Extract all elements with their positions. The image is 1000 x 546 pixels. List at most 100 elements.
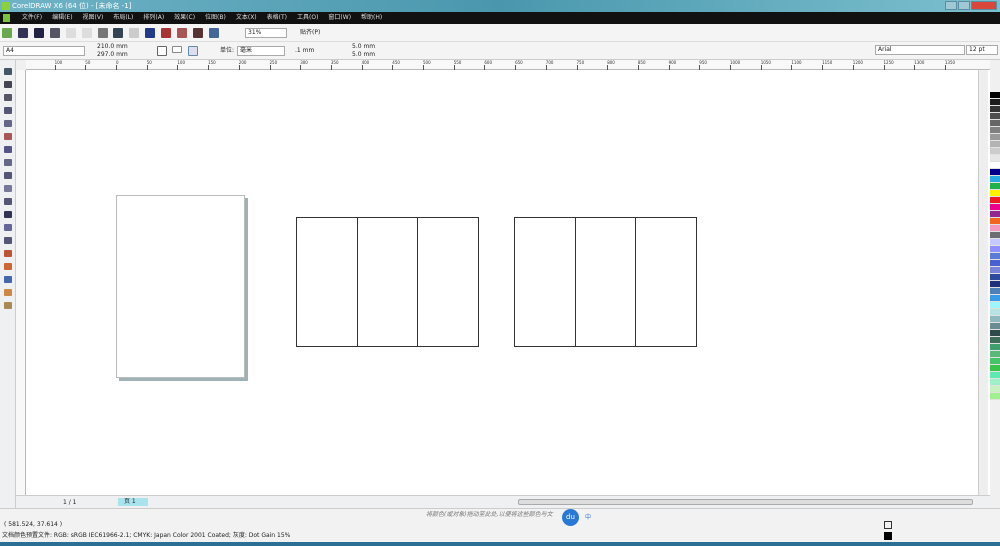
color-swatch[interactable] <box>990 253 1000 260</box>
tool-icon[interactable] <box>4 289 12 296</box>
color-swatch[interactable] <box>990 225 1000 232</box>
tool-icon[interactable] <box>4 159 12 166</box>
font-select[interactable]: Arial <box>875 45 965 55</box>
tool-icon[interactable] <box>4 198 12 205</box>
all-pages-button[interactable] <box>188 46 198 56</box>
no-fill-icon[interactable] <box>884 521 892 529</box>
color-swatch[interactable] <box>990 351 1000 358</box>
publish-pdf-icon[interactable] <box>177 28 188 38</box>
tool-icon[interactable] <box>4 133 12 140</box>
save-icon[interactable] <box>33 28 44 38</box>
color-swatch[interactable] <box>990 197 1000 204</box>
color-swatch[interactable] <box>990 323 1000 330</box>
menu-item[interactable]: 文件(F) <box>22 12 42 24</box>
copy-icon[interactable] <box>81 28 92 38</box>
portrait-button[interactable] <box>157 46 167 56</box>
tool-icon[interactable] <box>4 237 12 244</box>
color-swatch[interactable] <box>990 365 1000 372</box>
color-swatch[interactable] <box>990 155 1000 162</box>
color-swatch[interactable] <box>990 260 1000 267</box>
color-swatch[interactable] <box>990 204 1000 211</box>
three-panel-rectangle[interactable] <box>296 217 479 347</box>
color-swatch[interactable] <box>990 372 1000 379</box>
menu-item[interactable]: 文本(X) <box>236 12 257 24</box>
tool-icon[interactable] <box>4 263 12 270</box>
color-swatch[interactable] <box>990 106 1000 113</box>
tool-icon[interactable] <box>4 276 12 283</box>
nudge-field[interactable]: .1 mm <box>295 47 314 55</box>
tool-icon[interactable] <box>4 185 12 192</box>
color-swatch[interactable] <box>990 176 1000 183</box>
menu-item[interactable]: 效果(C) <box>174 12 195 24</box>
cut-icon[interactable] <box>65 28 76 38</box>
page-size-select[interactable]: A4 <box>3 46 85 56</box>
color-swatch[interactable] <box>990 127 1000 134</box>
font-size-select[interactable]: 12 pt <box>966 45 998 55</box>
color-profile[interactable]: 文档颜色预置文件: RGB: sRGB IEC61966-2.1; CMYK: … <box>2 532 290 540</box>
color-swatch[interactable] <box>990 309 1000 316</box>
menu-item[interactable]: 视图(V) <box>83 12 104 24</box>
color-swatch[interactable] <box>990 330 1000 337</box>
tool-icon[interactable] <box>4 120 12 127</box>
import-icon[interactable] <box>145 28 156 38</box>
menu-item[interactable]: 帮助(H) <box>361 12 382 24</box>
tool-icon[interactable] <box>4 68 12 75</box>
menu-item[interactable]: 窗口(W) <box>328 12 351 24</box>
color-swatch[interactable] <box>990 344 1000 351</box>
print-icon[interactable] <box>49 28 60 38</box>
tool-icon[interactable] <box>4 94 12 101</box>
tool-icon[interactable] <box>4 250 12 257</box>
color-swatch[interactable] <box>990 134 1000 141</box>
tool-icon[interactable] <box>4 172 12 179</box>
color-swatch[interactable] <box>990 393 1000 400</box>
redo-icon[interactable] <box>129 28 140 38</box>
outline-color-icon[interactable] <box>884 532 892 540</box>
color-swatch[interactable] <box>990 316 1000 323</box>
color-swatch[interactable] <box>990 288 1000 295</box>
menu-item[interactable]: 表格(T) <box>267 12 287 24</box>
horizontal-ruler[interactable]: 100 50 0 50 100 150 200 250 300 350 400 450 500 550 60… <box>26 60 990 70</box>
color-swatch[interactable] <box>990 99 1000 106</box>
color-swatch[interactable] <box>990 113 1000 120</box>
color-swatch[interactable] <box>990 92 1000 99</box>
zoom-select[interactable]: 31% <box>245 28 287 38</box>
export-icon[interactable] <box>161 28 172 38</box>
color-palette[interactable] <box>990 92 1000 502</box>
color-swatch[interactable] <box>990 218 1000 225</box>
color-swatch[interactable] <box>990 386 1000 393</box>
launcher-icon[interactable] <box>193 28 204 38</box>
menu-item[interactable]: 排列(A) <box>143 12 164 24</box>
page-tab[interactable]: 页 1 <box>118 498 148 506</box>
color-swatch[interactable] <box>990 162 1000 169</box>
vertical-ruler[interactable] <box>16 70 26 495</box>
horizontal-scrollbar[interactable] <box>518 499 973 505</box>
vertical-scrollbar[interactable] <box>978 70 988 495</box>
open-icon[interactable] <box>17 28 28 38</box>
color-swatch[interactable] <box>990 246 1000 253</box>
page-width-field[interactable]: 210.0 mm <box>97 43 128 51</box>
color-swatch[interactable] <box>990 148 1000 155</box>
color-swatch[interactable] <box>990 267 1000 274</box>
maximize-button[interactable] <box>958 1 970 10</box>
menu-item[interactable]: 位图(B) <box>205 12 226 24</box>
close-button[interactable] <box>971 1 997 10</box>
color-swatch[interactable] <box>990 274 1000 281</box>
color-swatch[interactable] <box>990 302 1000 309</box>
tool-icon[interactable] <box>4 302 12 309</box>
color-swatch[interactable] <box>990 295 1000 302</box>
minimize-button[interactable] <box>945 1 957 10</box>
color-swatch[interactable] <box>990 120 1000 127</box>
tool-icon[interactable] <box>4 224 12 231</box>
tool-icon[interactable] <box>4 146 12 153</box>
snap-dropdown[interactable]: 贴齐(P) <box>300 29 320 37</box>
three-panel-rectangle[interactable] <box>514 217 697 347</box>
menu-item[interactable]: 编辑(E) <box>52 12 72 24</box>
color-swatch[interactable] <box>990 379 1000 386</box>
landscape-button[interactable] <box>172 46 182 53</box>
units-select[interactable]: 毫米 <box>237 46 285 56</box>
color-swatch[interactable] <box>990 337 1000 344</box>
tool-icon[interactable] <box>4 211 12 218</box>
color-swatch[interactable] <box>990 281 1000 288</box>
color-swatch[interactable] <box>990 358 1000 365</box>
tool-icon[interactable] <box>4 107 12 114</box>
